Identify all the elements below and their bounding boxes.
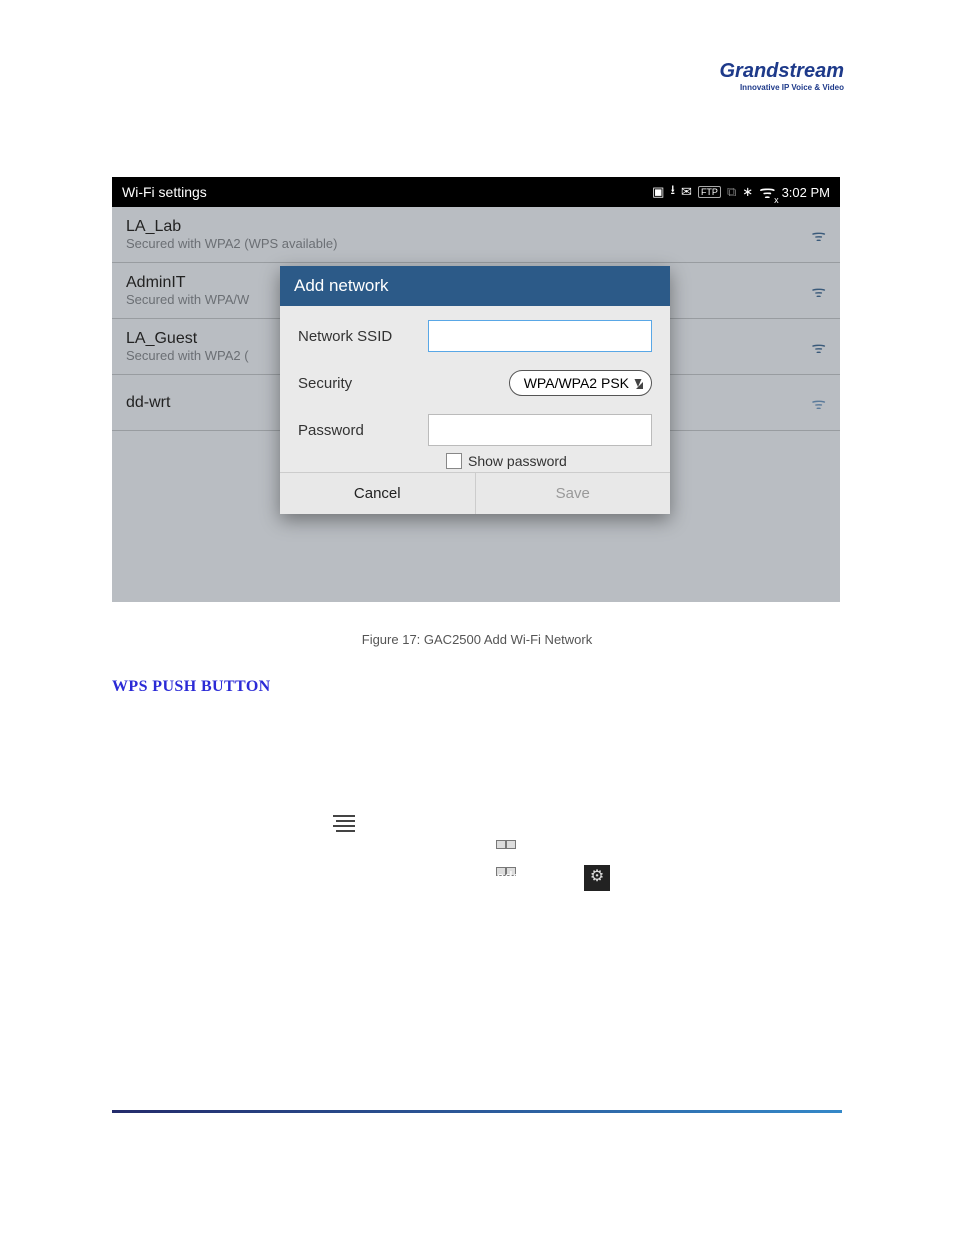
password-label: Password <box>298 422 428 439</box>
figure-caption: Figure 17: GAC2500 Add Wi-Fi Network <box>0 632 954 647</box>
wifi-name: LA_Guest <box>126 330 249 348</box>
wifi-name: dd-wrt <box>126 394 170 412</box>
show-password-checkbox[interactable] <box>446 453 462 469</box>
ssid-label: Network SSID <box>298 328 428 345</box>
footer-version: Firmware Version 1.0.1.40 <box>112 1161 252 1175</box>
save-button[interactable]: Save <box>476 473 671 514</box>
gear-icon <box>584 865 610 891</box>
footer-page: Page 35 of 114 <box>761 1161 842 1175</box>
dialog-title: Add network <box>280 266 670 306</box>
cancel-button[interactable]: Cancel <box>280 473 476 514</box>
footer-doc: GAC2500 Administration Guide <box>423 1161 590 1175</box>
wifi-signal-icon: ᯤ <box>811 280 826 302</box>
ssid-input[interactable] <box>428 320 652 352</box>
bluetooth-icon: ∗ <box>742 184 753 200</box>
logo-text: Grandstream <box>720 60 845 82</box>
brand-logo: Grandstream Innovative IP Voice & Video <box>720 60 845 92</box>
footer-divider <box>112 1110 842 1113</box>
wifi-security: Secured with WPA2 (WPS available) <box>126 236 337 251</box>
wifi-security: Secured with WPA2 ( <box>126 348 249 363</box>
status-icons: ▣ ⭳ ✉ FTP ⧉ ∗ ᯤx 3:02 PM <box>652 180 830 204</box>
menu-icon <box>333 815 355 831</box>
logo-subtext: Innovative IP Voice & Video <box>720 83 845 92</box>
dropdown-icon <box>636 382 643 389</box>
ftp-icon: FTP <box>698 186 721 198</box>
p2-a: WPS Push Button: Tap on MENU <box>112 815 330 831</box>
wifi-signal-icon: ᯤ <box>811 224 826 246</box>
wifi-name: AdminIT <box>126 274 249 292</box>
wifi-security: Secured with WPA/W <box>126 292 249 307</box>
paragraph-3: Please refer to the chapter Wi-Fi Settin… <box>112 1020 840 1048</box>
section-heading: WPS PUSH BUTTON <box>112 678 271 696</box>
image-icon: ▣ <box>652 184 664 200</box>
wifi-name: LA_Lab <box>126 218 337 236</box>
wifi-x-icon: ᯤx <box>759 180 775 204</box>
add-network-dialog: Add network Network SSID Security WPA/WP… <box>280 266 670 514</box>
paragraph-2: WPS Push Button: Tap on MENU key, then s… <box>112 810 840 920</box>
page-footer: Firmware Version 1.0.1.40 GAC2500 Admini… <box>112 1161 842 1175</box>
wifi-weak-icon: ⧉ <box>727 184 736 200</box>
mail-icon: ✉ <box>681 184 692 200</box>
show-password-label: Show password <box>468 453 567 469</box>
status-time: 3:02 PM <box>782 185 830 200</box>
screen-title: Wi-Fi settings <box>122 184 652 200</box>
security-value: WPA/WPA2 PSK <box>524 375 629 391</box>
wifi-item-la-lab[interactable]: LA_Lab Secured with WPA2 (WPS available)… <box>112 207 840 263</box>
password-input[interactable] <box>428 414 652 446</box>
download-icon: ⭳ <box>670 181 675 203</box>
status-bar: Wi-Fi settings ▣ ⭳ ✉ FTP ⧉ ∗ ᯤx 3:02 PM <box>112 177 840 207</box>
security-select[interactable]: WPA/WPA2 PSK <box>509 370 652 396</box>
security-label: Security <box>298 375 428 392</box>
paragraph-1: GAC2500 supports WPS function for Wi-Fi … <box>112 720 840 775</box>
show-password-row[interactable]: Show password <box>298 452 652 470</box>
wps-key-icon <box>496 840 520 862</box>
wifi-signal-icon: ᯤ <box>811 336 826 358</box>
wifi-signal-icon: ᯤ <box>811 392 826 414</box>
